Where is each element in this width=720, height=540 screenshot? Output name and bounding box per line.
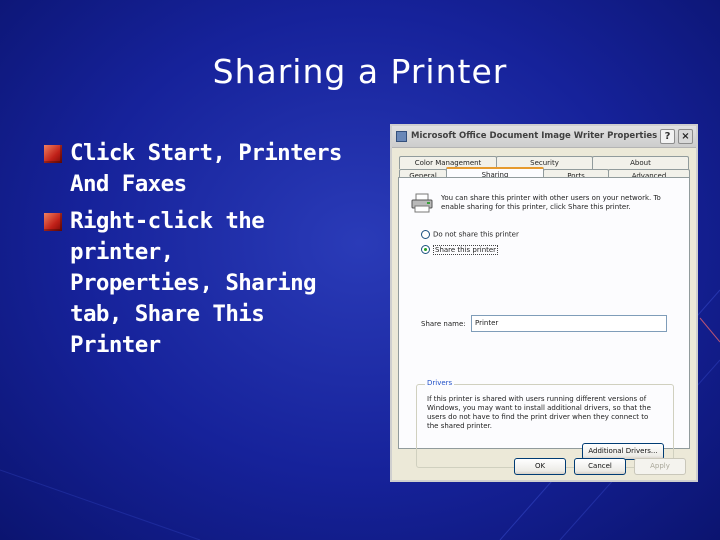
- slide-title: Sharing a Printer: [212, 52, 508, 91]
- printer-window-icon: [396, 131, 407, 142]
- bullet-item: Right-click the printer, Properties, Sha…: [42, 206, 367, 361]
- bullet-square-icon: [44, 145, 62, 163]
- radio-do-not-share[interactable]: [421, 230, 430, 239]
- ok-button[interactable]: OK: [514, 458, 566, 475]
- bullet-line: Right-click the printer,: [70, 208, 265, 265]
- bullet-item: Click Start, Printers And Faxes: [42, 138, 367, 200]
- dialog-title: Microsoft Office Document Image Writer P…: [411, 131, 658, 141]
- drivers-description: If this printer is shared with users run…: [427, 395, 651, 430]
- printer-icon: [411, 193, 433, 213]
- bullet-square-icon: [44, 213, 62, 231]
- help-button[interactable]: ?: [660, 129, 675, 144]
- close-button[interactable]: ×: [678, 129, 693, 144]
- do-not-share-label: Do not share this printer: [433, 230, 519, 239]
- bullet-line: Printer: [70, 332, 161, 358]
- bullet-line: Click Start, Printers: [70, 140, 342, 166]
- share-printer-option[interactable]: Share this printer: [421, 244, 499, 255]
- radio-share-printer[interactable]: [421, 245, 430, 254]
- drivers-legend: Drivers: [425, 379, 455, 387]
- cancel-button[interactable]: Cancel: [574, 458, 626, 475]
- do-not-share-option[interactable]: Do not share this printer: [421, 230, 519, 239]
- drivers-group: Drivers If this printer is shared with u…: [416, 379, 674, 468]
- apply-button[interactable]: Apply: [634, 458, 686, 475]
- bullet-line: And Faxes: [70, 171, 187, 197]
- bullet-line: tab, Share This: [70, 301, 265, 327]
- share-name-input[interactable]: Printer: [471, 315, 667, 332]
- dialog-titlebar[interactable]: Microsoft Office Document Image Writer P…: [392, 126, 696, 148]
- share-name-label: Share name:: [421, 320, 466, 328]
- bullet-list: Click Start, Printers And Faxes Right-cl…: [42, 138, 367, 367]
- tab-about[interactable]: About: [592, 156, 689, 169]
- bullet-line: Properties, Sharing: [70, 270, 317, 296]
- sharing-intro-text: You can share this printer with other us…: [441, 194, 661, 211]
- printer-properties-dialog: Microsoft Office Document Image Writer P…: [390, 124, 698, 482]
- share-printer-label: Share this printer: [433, 244, 499, 255]
- sharing-tab-panel: You can share this printer with other us…: [398, 177, 690, 468]
